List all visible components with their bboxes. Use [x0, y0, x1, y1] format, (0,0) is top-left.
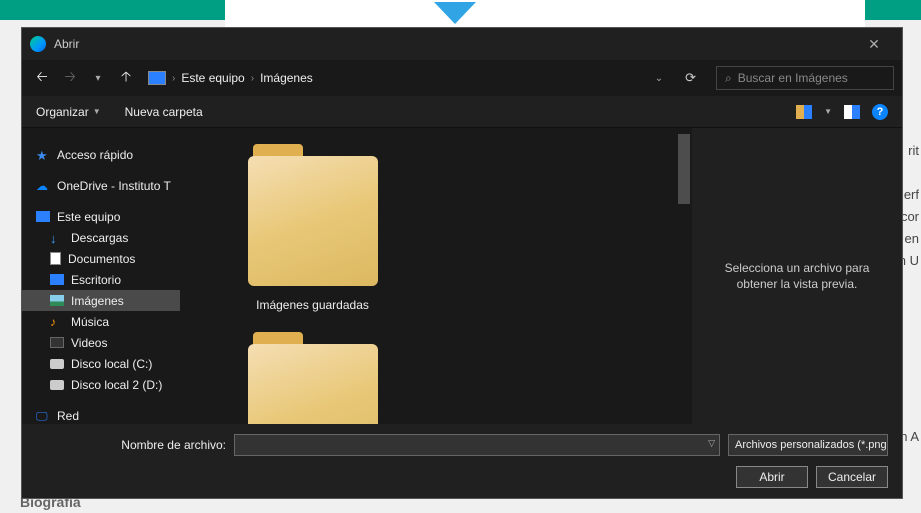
sidebar-item-music[interactable]: ♪ Música — [22, 311, 180, 332]
address-bar[interactable]: › Este equipo › Imágenes — [148, 71, 313, 85]
sidebar-item-pictures[interactable]: Imágenes — [22, 290, 180, 311]
cloud-icon: ☁ — [36, 179, 50, 193]
window-title: Abrir — [54, 37, 79, 51]
star-icon: ★ — [36, 148, 50, 162]
titlebar: Abrir ✕ — [22, 28, 902, 60]
folder-icon — [238, 320, 388, 424]
view-dropdown[interactable]: ▼ — [824, 107, 832, 116]
disk-icon — [50, 359, 64, 369]
preview-pane: Selecciona un archivo para obtener la vi… — [692, 128, 902, 424]
new-folder-button[interactable]: Nueva carpeta — [125, 105, 203, 119]
scrollbar-thumb[interactable] — [678, 134, 690, 204]
pictures-icon — [50, 295, 64, 306]
sidebar-item-label: Imágenes — [71, 294, 124, 308]
video-icon — [50, 337, 64, 348]
sidebar-item-label: Videos — [71, 336, 107, 350]
toolbar: Organizar▼ Nueva carpeta ▼ ? — [22, 96, 902, 128]
sidebar-item-label: Documentos — [68, 252, 135, 266]
filter-text: Archivos personalizados (*.png… — [735, 439, 888, 451]
sidebar-item-label: Este equipo — [57, 210, 120, 224]
document-icon — [50, 252, 61, 265]
sidebar-item-label: Descargas — [71, 231, 128, 245]
music-icon: ♪ — [50, 315, 64, 329]
search-icon: ⌕ — [725, 71, 732, 86]
sidebar-item-label: Disco local 2 (D:) — [71, 378, 162, 392]
file-open-dialog: Abrir ✕ 🡠 🡢 ▾ 🡡 › Este equipo › Imágenes… — [21, 27, 903, 499]
sidebar-item-desktop[interactable]: Escritorio — [22, 269, 180, 290]
folder-item[interactable]: Imágenes guardadas — [190, 128, 435, 316]
open-button[interactable]: Abrir — [736, 466, 808, 488]
help-icon[interactable]: ? — [872, 104, 888, 120]
filename-dropdown-icon[interactable]: ▽ — [708, 438, 715, 449]
sidebar-item-downloads[interactable]: ↓ Descargas — [22, 227, 180, 248]
pc-icon — [148, 71, 166, 85]
download-icon: ↓ — [50, 231, 64, 245]
forward-button[interactable]: 🡢 — [58, 66, 82, 90]
organize-button[interactable]: Organizar▼ — [36, 105, 101, 119]
up-button[interactable]: 🡡 — [114, 66, 138, 90]
filename-input[interactable]: ▽ — [234, 434, 720, 456]
search-input[interactable]: ⌕ Buscar en Imágenes — [716, 66, 894, 90]
desktop-icon — [50, 274, 64, 285]
sidebar-item-videos[interactable]: Videos — [22, 332, 180, 353]
refresh-button[interactable]: ⟳ — [675, 70, 706, 86]
folder-label: Imágenes guardadas — [256, 298, 369, 312]
footer: Nombre de archivo: ▽ Archivos personaliz… — [22, 424, 902, 498]
breadcrumb-sep: › — [251, 73, 254, 84]
sidebar-item-label: Red — [57, 409, 79, 423]
sidebar-item-disk-c[interactable]: Disco local (C:) — [22, 353, 180, 374]
sidebar-item-label: Acceso rápido — [57, 148, 133, 162]
sidebar-item-documents[interactable]: Documentos — [22, 248, 180, 269]
breadcrumb-sep: › — [172, 73, 175, 84]
sidebar-item-label: Disco local (C:) — [71, 357, 152, 371]
sidebar: ★ Acceso rápido ☁ OneDrive - Instituto T… — [22, 128, 180, 424]
sidebar-item-label: Escritorio — [71, 273, 121, 287]
search-placeholder: Buscar en Imágenes — [738, 71, 848, 85]
sidebar-item-network[interactable]: 🖵 Red — [22, 405, 180, 424]
preview-text: Selecciona un archivo para obtener la vi… — [712, 260, 882, 292]
navbar: 🡠 🡢 ▾ 🡡 › Este equipo › Imágenes ⌄ ⟳ ⌕ B… — [22, 60, 902, 96]
address-dropdown[interactable]: ⌄ — [647, 73, 671, 84]
pc-icon — [36, 211, 50, 222]
network-icon: 🖵 — [36, 409, 50, 423]
sidebar-item-quick-access[interactable]: ★ Acceso rápido — [22, 144, 180, 165]
scrollbar[interactable] — [676, 128, 692, 424]
close-button[interactable]: ✕ — [854, 36, 894, 53]
filename-label: Nombre de archivo: — [36, 438, 226, 452]
file-list[interactable]: Imágenes guardadas UbisoftConnect READY … — [180, 128, 676, 424]
view-icon[interactable] — [796, 105, 812, 119]
folder-icon — [238, 132, 388, 292]
sidebar-item-label: Música — [71, 315, 109, 329]
folder-item[interactable]: UbisoftConnect — [190, 316, 435, 424]
cancel-button[interactable]: Cancelar — [816, 466, 888, 488]
sidebar-item-disk-d[interactable]: Disco local 2 (D:) — [22, 374, 180, 395]
edge-icon — [30, 36, 46, 52]
sidebar-item-label: OneDrive - Instituto T — [57, 179, 171, 193]
preview-pane-icon[interactable] — [844, 105, 860, 119]
breadcrumb-pictures[interactable]: Imágenes — [260, 71, 313, 85]
sidebar-item-thispc[interactable]: Este equipo — [22, 206, 180, 227]
file-type-filter[interactable]: Archivos personalizados (*.png… ⌄ — [728, 434, 888, 456]
back-button[interactable]: 🡠 — [30, 66, 54, 90]
recent-dropdown[interactable]: ▾ — [86, 66, 110, 90]
disk-icon — [50, 380, 64, 390]
breadcrumb-thispc[interactable]: Este equipo — [181, 71, 244, 85]
sidebar-item-onedrive[interactable]: ☁ OneDrive - Instituto T — [22, 175, 180, 196]
